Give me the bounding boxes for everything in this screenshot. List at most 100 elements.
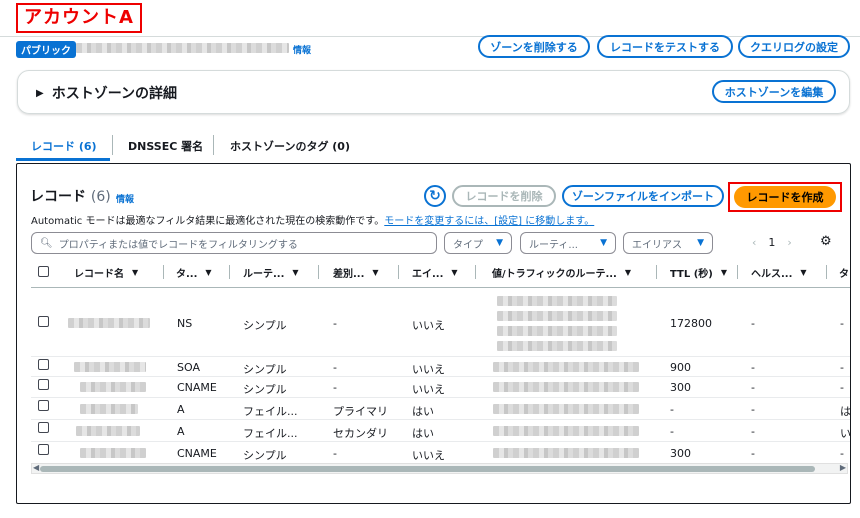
column-header[interactable]: 差別... ▼: [333, 265, 379, 280]
record-extra: -: [840, 447, 844, 460]
caret-down-icon: ▼: [600, 238, 607, 248]
record-routing: フェイル...: [243, 405, 298, 418]
tab-records[interactable]: レコード (6): [31, 138, 97, 154]
record-extra: は: [840, 405, 851, 418]
records-title: レコード (6): [30, 189, 111, 205]
import-zone-file-button[interactable]: ゾーンファイルをインポート: [562, 185, 724, 207]
record-extra: い: [840, 427, 851, 440]
record-alias: いいえ: [412, 319, 445, 332]
row-checkbox[interactable]: [38, 422, 49, 433]
gear-icon[interactable]: ⚙: [820, 234, 832, 249]
hosted-zone-details-panel: ▶ ホストゾーンの詳細 ホストゾーンを編集: [17, 70, 850, 114]
record-ttl: -: [670, 403, 674, 416]
caret-right-icon: ▶: [36, 87, 44, 99]
record-value-redacted: [493, 426, 639, 436]
column-header[interactable]: ヘルス... ▼: [751, 265, 807, 280]
record-name-redacted: [80, 448, 146, 458]
automatic-mode-message: Automatic モードは最適なフィルタ結果に最適化された現在の検索動作です。…: [31, 216, 595, 227]
public-badge: パブリック: [16, 41, 76, 58]
tab-tags[interactable]: ホストゾーンのタグ (0): [230, 138, 350, 154]
record-name-redacted: [68, 318, 150, 328]
record-ttl: 900: [670, 361, 691, 374]
select-all-checkbox[interactable]: [38, 266, 49, 277]
pagination: ‹ 1 ›: [752, 236, 792, 249]
scrollbar-thumb[interactable]: [40, 466, 815, 472]
record-ttl: 300: [670, 447, 691, 460]
record-value-redacted: [497, 326, 617, 336]
create-record-button[interactable]: レコードを作成: [734, 186, 836, 208]
row-checkbox[interactable]: [38, 444, 49, 455]
record-routing: シンプル: [243, 383, 287, 396]
record-health: -: [751, 381, 755, 394]
record-differentiator: -: [333, 317, 337, 330]
record-name-redacted: [80, 382, 146, 392]
column-header[interactable]: ルーテ... ▼: [243, 265, 299, 280]
edit-hosted-zone-button[interactable]: ホストゾーンを編集: [712, 80, 836, 103]
record-health: -: [751, 447, 755, 460]
row-checkbox[interactable]: [38, 379, 49, 390]
column-header[interactable]: TTL (秒) ▼: [670, 265, 727, 280]
refresh-icon[interactable]: ↻: [424, 185, 446, 207]
active-tab-indicator: [16, 158, 110, 161]
record-alias: はい: [412, 427, 434, 440]
hosted-zone-name-redacted: [76, 43, 289, 53]
search-input[interactable]: 🔍︎ プロパティまたは値でレコードをフィルタリングする: [31, 232, 437, 254]
search-icon: 🔍︎: [40, 237, 53, 249]
record-health: -: [751, 317, 755, 330]
record-type: CNAME: [177, 381, 217, 394]
delete-zone-button[interactable]: ゾーンを削除する: [478, 35, 590, 58]
record-alias: はい: [412, 405, 434, 418]
details-title: ホストゾーンの詳細: [51, 86, 178, 102]
record-name-redacted: [74, 362, 146, 372]
prev-page-button[interactable]: ‹: [752, 236, 756, 249]
scroll-right-icon[interactable]: ▶: [840, 463, 846, 472]
divider: [0, 36, 860, 37]
details-toggle[interactable]: ▶ ホストゾーンの詳細: [36, 83, 177, 103]
record-value-redacted: [497, 341, 617, 351]
test-record-button[interactable]: レコードをテストする: [597, 35, 733, 58]
record-value-redacted: [493, 404, 639, 414]
tab-divider: [112, 135, 113, 155]
record-alias: いいえ: [412, 449, 445, 462]
record-extra: -: [840, 381, 844, 394]
column-header[interactable]: エイ... ▼: [412, 265, 458, 280]
row-checkbox[interactable]: [38, 359, 49, 370]
record-value-redacted: [493, 448, 639, 458]
record-name-redacted: [80, 404, 138, 414]
record-value-redacted: [497, 311, 617, 321]
record-health: -: [751, 361, 755, 374]
caret-down-icon: ▼: [697, 238, 704, 248]
horizontal-scrollbar[interactable]: ◀ ▶: [31, 463, 848, 474]
routing-filter-select[interactable]: ルーティ... ▼: [520, 232, 616, 254]
record-differentiator: プライマリ: [333, 405, 388, 418]
next-page-button[interactable]: ›: [787, 236, 791, 249]
row-checkbox[interactable]: [38, 316, 49, 327]
change-mode-link[interactable]: モードを変更するには、[設定] に移動します。: [384, 216, 594, 227]
record-routing: シンプル: [243, 319, 287, 332]
column-header[interactable]: タ: [839, 265, 849, 280]
record-alias: いいえ: [412, 363, 445, 376]
record-alias: いいえ: [412, 383, 445, 396]
column-header[interactable]: タ... ▼: [176, 265, 212, 280]
record-type: CNAME: [177, 447, 217, 460]
record-ttl: -: [670, 425, 674, 438]
record-ttl: 172800: [670, 317, 712, 330]
column-header[interactable]: 値/トラフィックのルーテ... ▼: [492, 265, 631, 280]
page-number[interactable]: 1: [768, 236, 775, 249]
records-info-link[interactable]: 情報: [116, 192, 134, 205]
record-name-redacted: [76, 426, 140, 436]
record-extra: -: [840, 317, 844, 330]
type-filter-select[interactable]: タイプ ▼: [444, 232, 512, 254]
tab-dnssec[interactable]: DNSSEC 署名: [128, 138, 203, 154]
delete-record-button[interactable]: レコードを削除: [452, 185, 556, 207]
alias-filter-select[interactable]: エイリアス ▼: [623, 232, 713, 254]
column-header[interactable]: レコード名 ▼: [74, 265, 138, 280]
record-differentiator: -: [333, 361, 337, 374]
record-value-redacted: [493, 382, 639, 392]
info-link[interactable]: 情報: [293, 43, 311, 56]
scroll-left-icon[interactable]: ◀: [33, 463, 39, 472]
row-checkbox[interactable]: [38, 400, 49, 411]
query-log-button[interactable]: クエリログの設定: [738, 35, 850, 58]
account-label: アカウントA: [16, 3, 142, 33]
record-health: -: [751, 425, 755, 438]
